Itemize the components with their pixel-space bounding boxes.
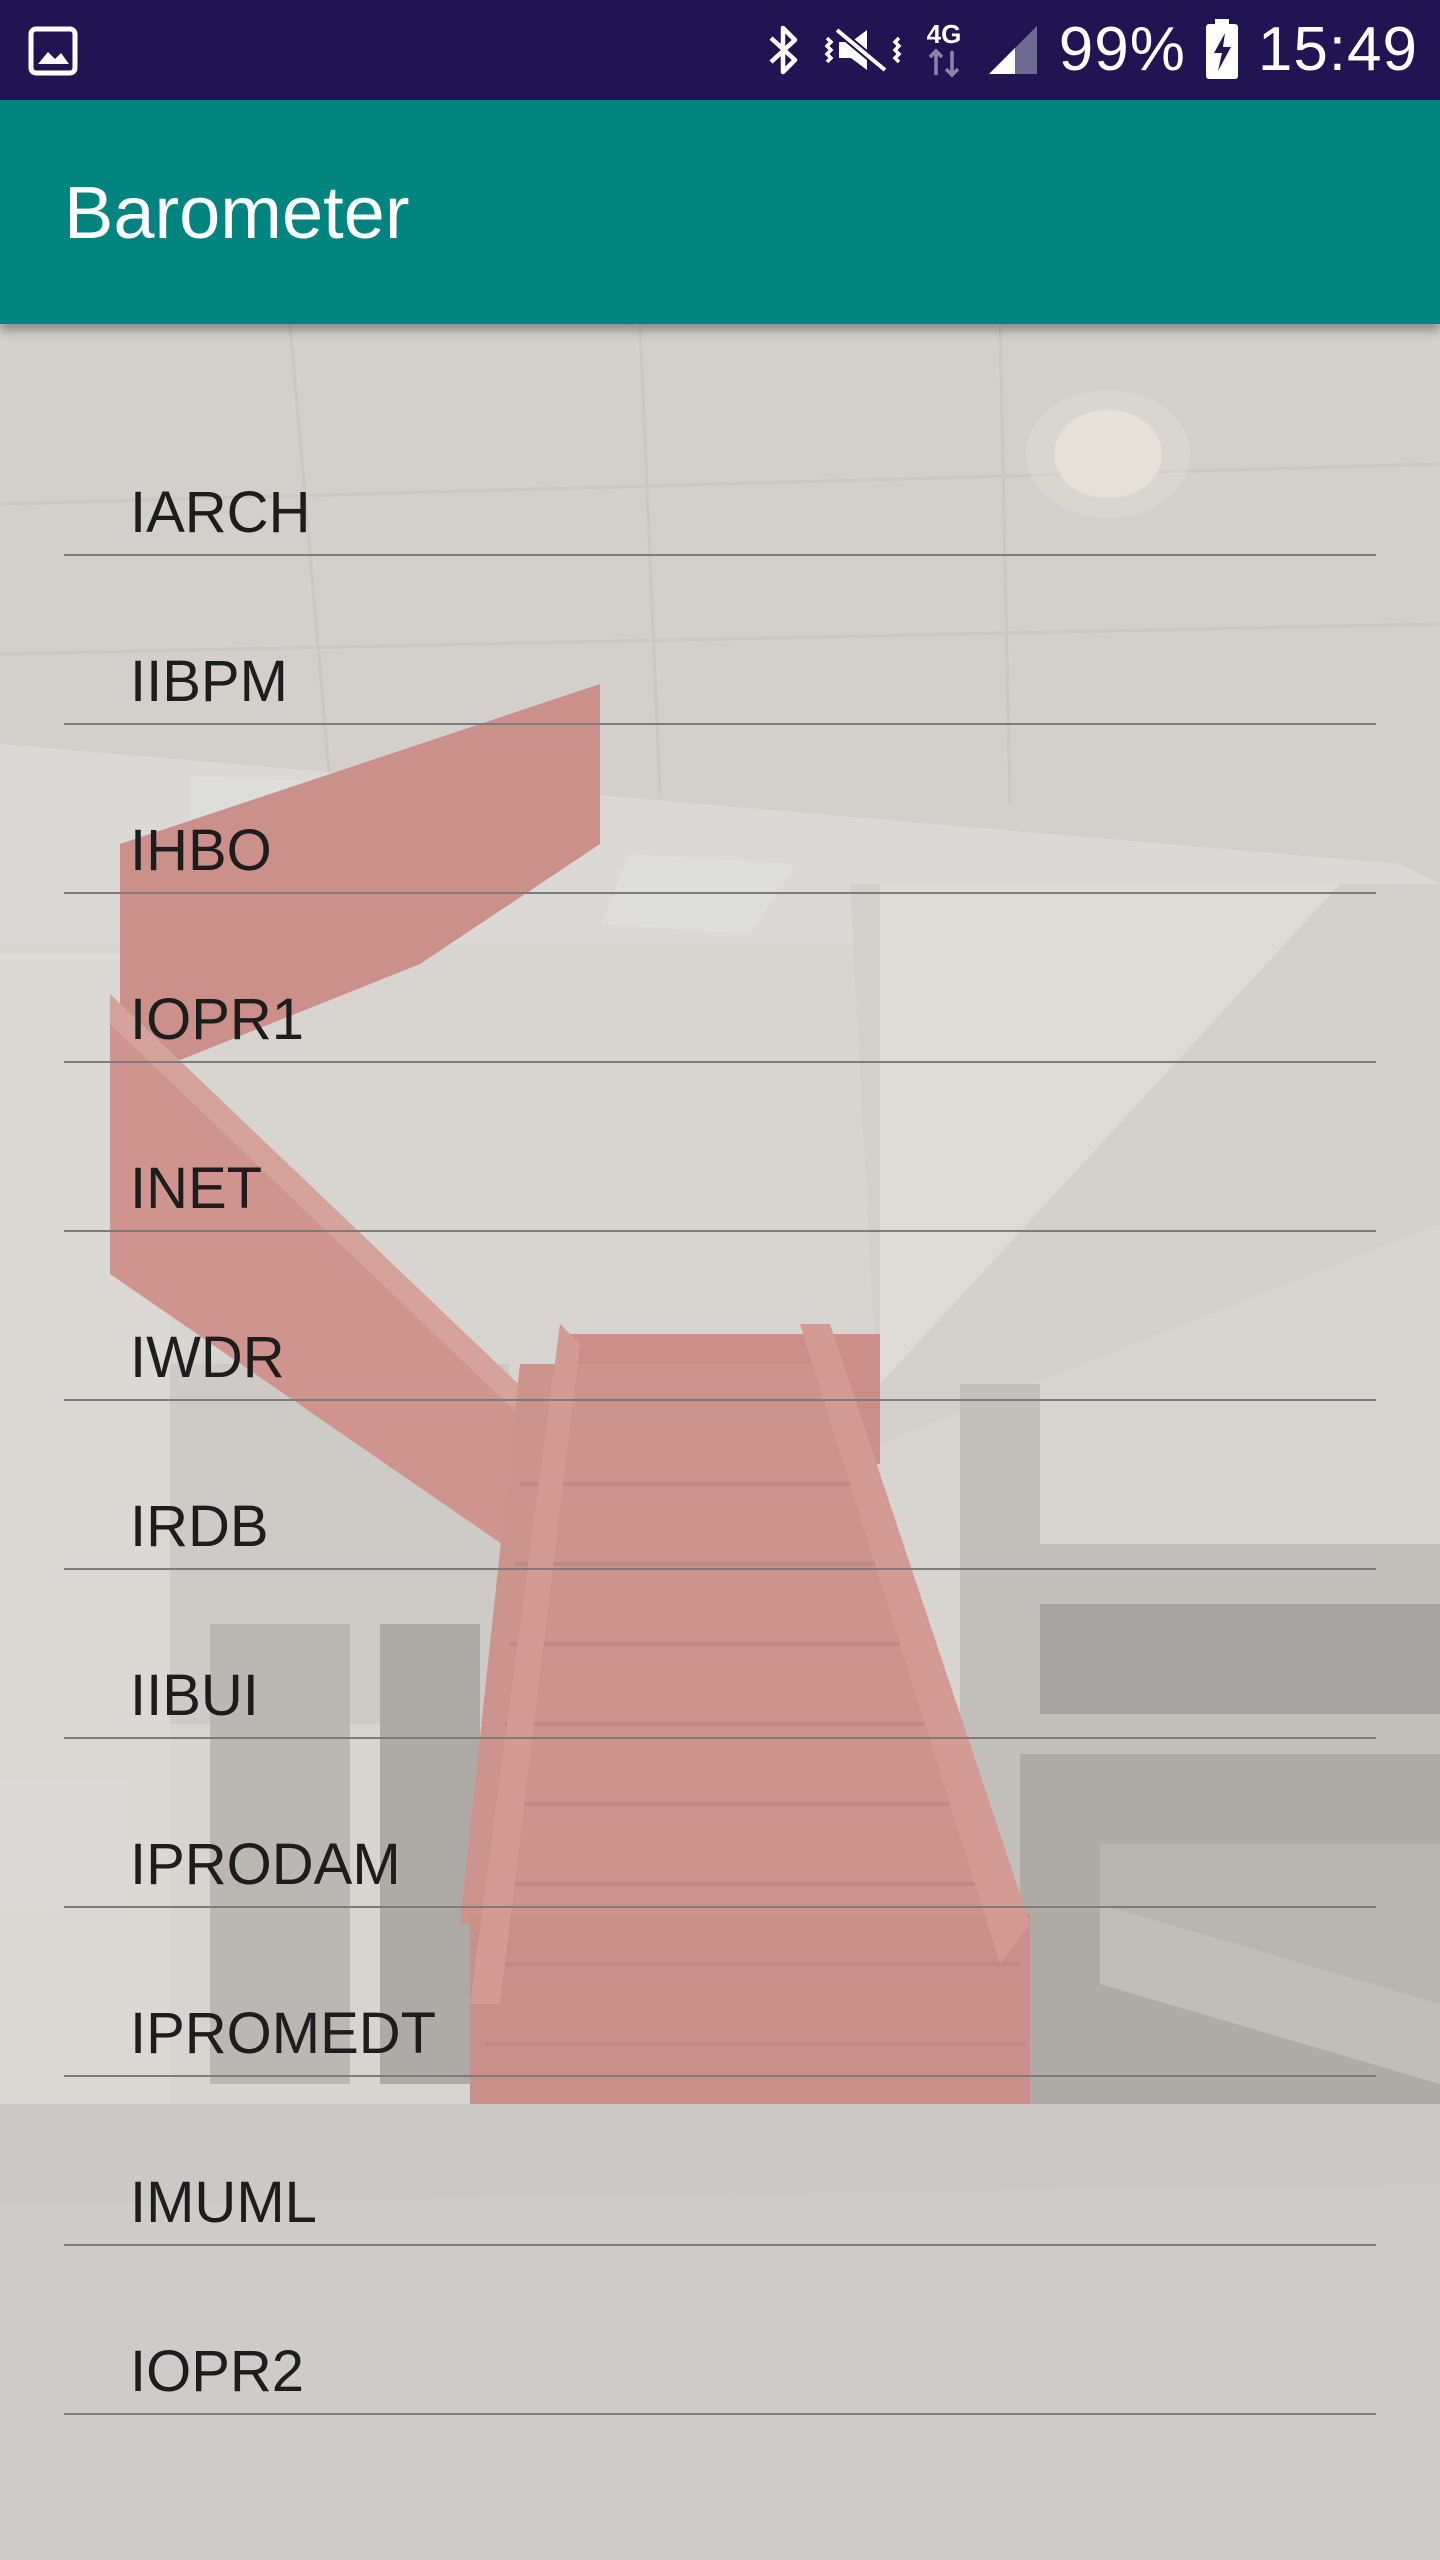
list-item-iwdr[interactable]: IWDR <box>64 1232 1376 1401</box>
vibrate-icon <box>823 22 903 78</box>
list-item-iopr1[interactable]: IOPR1 <box>64 894 1376 1063</box>
battery-charging-icon <box>1204 19 1240 81</box>
status-bar: 4G 99% 15:49 <box>0 0 1440 100</box>
list-item-iibpm[interactable]: IIBPM <box>64 556 1376 725</box>
svg-text:4G: 4G <box>926 19 961 49</box>
signal-icon <box>985 22 1041 78</box>
list-item-iopr2[interactable]: IOPR2 <box>64 2246 1376 2415</box>
bluetooth-icon <box>763 22 805 78</box>
clock: 15:49 <box>1257 15 1418 84</box>
list-item-label: IRDB <box>130 1494 269 1559</box>
app-bar: Barometer <box>0 100 1440 324</box>
list-item-ipromedt[interactable]: IPROMEDT <box>64 1908 1376 2077</box>
status-icons: 4G 99% 15:49 <box>763 0 1418 100</box>
list-item-irdb[interactable]: IRDB <box>64 1401 1376 1570</box>
network-4g-icon: 4G <box>921 17 967 83</box>
list-item-ihbo[interactable]: IHBO <box>64 725 1376 894</box>
list-item-label: IMUML <box>130 2170 317 2235</box>
list-item-label: IHBO <box>130 818 272 883</box>
list-item-iprodam[interactable]: IPRODAM <box>64 1739 1376 1908</box>
list-item-label: IOPR1 <box>130 987 305 1052</box>
list-item-label: IWDR <box>130 1325 285 1390</box>
list-item-label: IPRODAM <box>130 1832 401 1897</box>
list-item-inet[interactable]: INET <box>64 1063 1376 1232</box>
image-notification-icon <box>28 26 78 76</box>
list-item-imuml[interactable]: IMUML <box>64 2077 1376 2246</box>
list-item-iarch[interactable]: IARCH <box>64 387 1376 556</box>
list-item-label: IIBUI <box>130 1663 259 1728</box>
list-item-label: IPROMEDT <box>130 2001 437 2066</box>
list-item-label: IARCH <box>130 480 311 545</box>
list-item-iibui[interactable]: IIBUI <box>64 1570 1376 1739</box>
list-item-label: INET <box>130 1156 263 1221</box>
list-item-label: IIBPM <box>130 649 288 714</box>
app-title: Barometer <box>64 171 410 254</box>
list-item-label: IOPR2 <box>130 2339 305 2404</box>
battery-percent: 99% <box>1058 15 1186 84</box>
